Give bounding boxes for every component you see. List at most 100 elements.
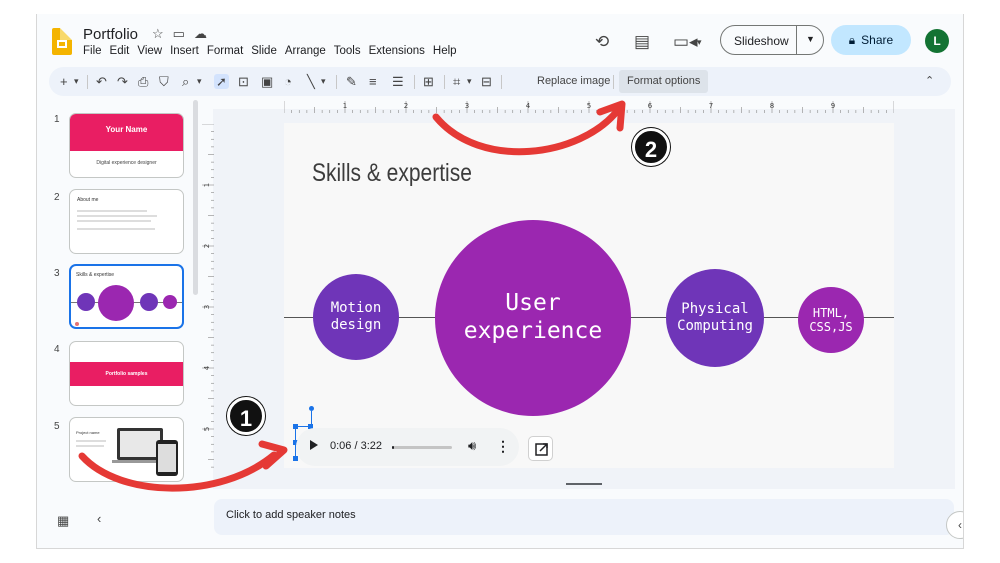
more-options-icon[interactable]: ⋮ — [496, 438, 510, 455]
bubble-line: HTML, — [812, 305, 850, 320]
collapse-toolbar-icon[interactable]: ⌃ — [925, 74, 934, 89]
account-avatar[interactable]: L — [925, 29, 949, 53]
slide-heading[interactable]: Skills & expertise — [312, 159, 472, 188]
slide-number: 1 — [54, 114, 60, 125]
meet-camera-icon[interactable]: ▭◂ — [673, 32, 698, 52]
bubble-motion-design[interactable]: Motion design — [313, 274, 399, 360]
star-icon[interactable]: ☆ — [152, 26, 164, 42]
bubble-line: design — [330, 317, 382, 333]
ruler-label: 6 — [648, 102, 653, 110]
slideshow-dropdown-icon[interactable]: ▼ — [806, 34, 815, 44]
border-weight-icon[interactable]: ≡ — [369, 74, 377, 89]
slide-thumbnail-3[interactable]: Skills & expertise — [69, 264, 184, 329]
insert-comment-icon[interactable]: ⊞ — [423, 74, 434, 89]
ruler-label: 5 — [587, 102, 591, 110]
menu-format[interactable]: Format — [207, 45, 243, 57]
slide-number: 5 — [54, 421, 60, 432]
document-title[interactable]: Portfolio — [83, 26, 138, 43]
thumb-title: Portfolio samples — [105, 371, 148, 377]
menu-arrange[interactable]: Arrange — [285, 45, 326, 57]
menu-file[interactable]: File — [83, 45, 102, 57]
notes-resize-handle[interactable] — [566, 483, 602, 485]
redo-icon[interactable]: ↷ — [117, 74, 128, 89]
share-button[interactable]: 🔒︎ Share — [831, 25, 911, 55]
slide-thumbnail-2[interactable]: About me — [69, 189, 184, 254]
new-slide-layout-chevron-icon[interactable]: ▾ — [74, 74, 79, 89]
toolbar: + ▾ ↶ ↷ ⎙ ⛉ ⌕ ▾ ➚ ⊡ ▣ ◔ ╲ ▾ ✎ ≡ ☰ ⊞ ⌗ ▾ … — [49, 67, 951, 96]
ruler-label: 7 — [709, 102, 713, 110]
slideshow-button[interactable]: Slideshow ▼ — [720, 25, 824, 55]
bubble-line: Motion — [330, 300, 382, 317]
collapse-filmstrip-icon[interactable]: ‹ — [97, 511, 101, 526]
zoom-chevron-icon[interactable]: ▾ — [197, 74, 202, 89]
menu-bar: File Edit View Insert Format Slide Arran… — [83, 45, 457, 57]
bubble-html-css-js[interactable]: HTML, CSS,JS — [798, 287, 864, 353]
line-icon[interactable]: ╲ — [307, 74, 315, 89]
open-audio-link-button[interactable] — [528, 436, 553, 461]
vertical-ruler: 1 2 3 4 5 — [202, 124, 214, 468]
ruler-label: 3 — [465, 102, 469, 110]
border-color-icon[interactable]: ✎ — [346, 74, 357, 89]
speaker-notes-placeholder: Click to add speaker notes — [226, 509, 356, 521]
menu-slide[interactable]: Slide — [251, 45, 277, 57]
ruler-label: 3 — [203, 305, 211, 309]
ruler-label: 4 — [203, 365, 211, 370]
format-options-button[interactable]: Format options — [619, 70, 709, 93]
audio-seek-bar[interactable] — [392, 446, 452, 449]
slides-logo[interactable] — [52, 28, 72, 55]
volume-icon[interactable]: 🔊︎ — [468, 438, 476, 454]
thumb-title: About me — [77, 197, 99, 203]
bubble-user-experience[interactable]: User experience — [435, 220, 631, 416]
slide-thumbnail-5[interactable]: Project name — [69, 417, 184, 482]
bubble-physical-computing[interactable]: Physical Computing — [666, 269, 764, 367]
shape-icon[interactable]: ◔ — [284, 74, 292, 89]
print-icon[interactable]: ⎙ — [138, 74, 148, 89]
bubble-line: CSS,JS — [809, 320, 853, 334]
audio-seek-progress — [392, 446, 394, 449]
zoom-icon[interactable]: ⌕ — [182, 74, 189, 89]
menu-extensions[interactable]: Extensions — [369, 45, 425, 57]
ruler-label: 9 — [831, 102, 835, 110]
menu-help[interactable]: Help — [433, 45, 457, 57]
menu-tools[interactable]: Tools — [334, 45, 361, 57]
annotation-marker-2: 2 — [632, 128, 670, 166]
cloud-status-icon[interactable]: ☁ — [194, 26, 207, 42]
slideshow-label: Slideshow — [734, 34, 789, 48]
crop-chevron-icon[interactable]: ▾ — [467, 74, 472, 89]
line-chevron-icon[interactable]: ▾ — [321, 74, 326, 89]
version-history-icon[interactable]: ⟲ — [595, 32, 609, 52]
menu-edit[interactable]: Edit — [110, 45, 130, 57]
bubble-line: User — [505, 290, 561, 317]
crop-icon[interactable]: ⌗ — [453, 74, 460, 89]
menu-view[interactable]: View — [137, 45, 162, 57]
ruler-label: 8 — [770, 102, 774, 110]
chevron-down-icon[interactable]: ▾ — [697, 37, 702, 48]
audio-player[interactable]: 0:06 / 3:22 🔊︎ ⋮ — [296, 428, 519, 466]
border-dash-icon[interactable]: ☰ — [392, 74, 404, 89]
slide-thumbnail-4[interactable]: Portfolio samples — [69, 341, 184, 406]
reset-image-icon[interactable]: ⊟ — [481, 74, 492, 89]
undo-icon[interactable]: ↶ — [96, 74, 107, 89]
side-panel-toggle[interactable]: ‹ — [946, 511, 963, 539]
play-icon[interactable] — [310, 440, 318, 450]
slide-thumbnail-1[interactable]: Your Name Digital experience designer — [69, 113, 184, 178]
thumb-title: Your Name — [105, 125, 148, 134]
paint-format-icon[interactable]: ⛉ — [159, 74, 169, 89]
bubble-line: experience — [463, 318, 603, 344]
insert-image-icon[interactable]: ▣ — [261, 74, 273, 89]
text-box-icon[interactable]: ⊡ — [238, 74, 249, 89]
speaker-notes[interactable]: Click to add speaker notes — [214, 499, 954, 535]
current-slide[interactable]: Skills & expertise Motion design User expe… — [284, 123, 894, 468]
filmstrip-scrollbar[interactable] — [193, 100, 198, 295]
comments-icon[interactable]: ▤ — [634, 32, 650, 52]
thumb-title: Skills & expertise — [76, 272, 115, 278]
select-cursor-icon[interactable]: ➚ — [214, 74, 229, 89]
move-folder-icon[interactable]: ▭ — [173, 26, 185, 42]
new-slide-icon[interactable]: + — [60, 74, 68, 89]
ruler-label: 4 — [526, 102, 531, 110]
replace-image-button[interactable]: Replace image — [537, 75, 610, 87]
menu-insert[interactable]: Insert — [170, 45, 199, 57]
slide-number: 2 — [54, 192, 60, 203]
ruler-label: 2 — [404, 102, 408, 110]
grid-view-icon[interactable]: ▦ — [57, 513, 69, 529]
